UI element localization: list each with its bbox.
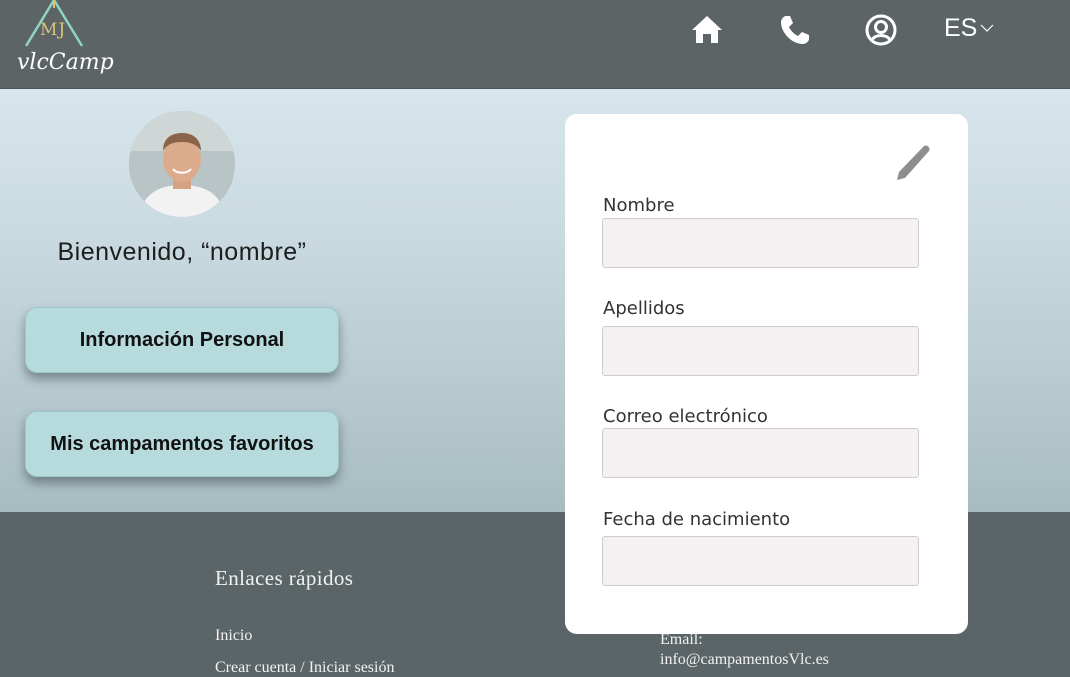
personal-info-card: Nombre Apellidos Correo electrónico Fech… [565, 114, 968, 634]
email-input[interactable] [602, 428, 919, 478]
pencil-icon[interactable] [891, 142, 933, 184]
personal-info-button[interactable]: Información Personal [25, 307, 339, 373]
field-label-birthdate: Fecha de nacimiento [603, 509, 791, 530]
nombre-input[interactable] [602, 218, 919, 268]
home-icon[interactable] [690, 13, 724, 47]
logo[interactable]: MJ vlcCamp [14, 0, 114, 84]
footer-email-link[interactable]: info@campamentosVlc.es [660, 651, 829, 669]
field-label-email: Correo electrónico [603, 406, 768, 427]
chevron-down-icon [980, 24, 994, 32]
language-selector[interactable]: ES [944, 14, 994, 43]
footer-link-account[interactable]: Crear cuenta / Iniciar sesión [215, 659, 394, 677]
avatar [129, 111, 235, 217]
language-label: ES [944, 14, 978, 42]
header: MJ vlcCamp ES [0, 0, 1070, 89]
welcome-heading: Bienvenido, “nombre” [57, 238, 307, 266]
user-circle-icon[interactable] [864, 13, 898, 47]
phone-icon[interactable] [778, 13, 812, 47]
field-label-apellidos: Apellidos [603, 298, 685, 319]
field-label-nombre: Nombre [603, 195, 675, 216]
logo-text: vlcCamp [17, 50, 114, 75]
logo-initials: MJ [40, 20, 67, 40]
avatar-photo [129, 111, 235, 217]
apellidos-input[interactable] [602, 326, 919, 376]
footer-links-title: Enlaces rápidos [215, 566, 354, 590]
birthdate-input[interactable] [602, 536, 919, 586]
footer-link-home[interactable]: Inicio [215, 627, 252, 645]
favorite-camps-button[interactable]: Mis campamentos favoritos [25, 411, 339, 477]
